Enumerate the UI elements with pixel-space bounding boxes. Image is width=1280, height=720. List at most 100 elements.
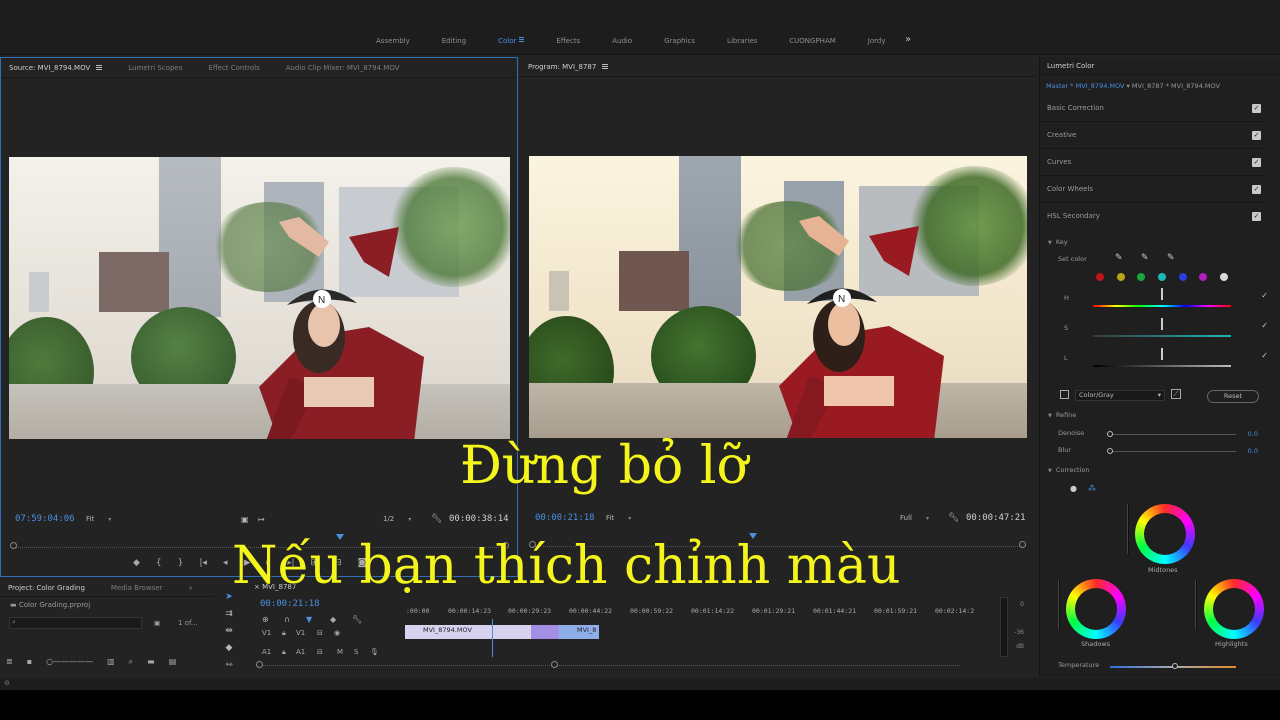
track-select-tool-icon[interactable]: ⇉: [223, 608, 235, 620]
hue-range-slider[interactable]: [1093, 305, 1231, 307]
tab-audio-clip-mixer[interactable]: Audio Clip Mixer: MVI_8794.MOV: [286, 64, 400, 72]
midtones-color-wheel[interactable]: [1135, 504, 1195, 564]
single-wheel-mode-icon[interactable]: ●: [1070, 484, 1077, 493]
workspace-tab-audio[interactable]: Audio: [596, 36, 648, 48]
eyedropper-icon[interactable]: ✎: [1115, 253, 1123, 263]
mark-in-icon[interactable]: {: [156, 558, 162, 570]
workspace-overflow-chevron-icon[interactable]: »: [905, 34, 911, 45]
solo-icon[interactable]: S: [354, 648, 358, 656]
snap-icon[interactable]: ⊕: [262, 615, 269, 624]
timeline-zoom-end[interactable]: [551, 661, 558, 668]
panel-overflow-chevron-icon[interactable]: »: [189, 584, 193, 592]
mute-icon[interactable]: M: [337, 648, 343, 656]
source-scrub-start-handle[interactable]: [10, 542, 17, 549]
luminance-range-slider[interactable]: [1093, 365, 1231, 367]
tab-project[interactable]: Project: Color Grading: [8, 584, 85, 592]
saturation-enable-check[interactable]: ✓: [1261, 321, 1268, 330]
list-view-icon[interactable]: ≣: [6, 657, 13, 667]
denoise-slider-knob[interactable]: [1107, 431, 1113, 437]
ripple-edit-tool-icon[interactable]: ⇹: [223, 625, 235, 637]
track-v1-target[interactable]: V1: [296, 629, 305, 637]
basic-correction-checkbox[interactable]: ✓: [1252, 104, 1261, 113]
reset-button[interactable]: Reset: [1207, 390, 1259, 403]
sync-lock-icon[interactable]: ⊟: [317, 648, 323, 656]
workspace-tab-color[interactable]: Color: [482, 36, 540, 48]
refine-section-toggle[interactable]: ▼ Refine: [1048, 411, 1076, 419]
temperature-slider-knob[interactable]: [1172, 663, 1178, 669]
timeline-zoom-bar[interactable]: [260, 665, 960, 666]
eye-icon[interactable]: ◉: [334, 629, 340, 637]
lock-icon[interactable]: 🔒︎: [282, 648, 286, 657]
creative-checkbox[interactable]: ✓: [1252, 131, 1261, 140]
luminance-enable-check[interactable]: ✓: [1261, 351, 1268, 360]
program-timecode[interactable]: 00:00:21:18: [535, 513, 595, 523]
marker-icon[interactable]: ◆: [133, 558, 140, 570]
microphone-icon[interactable]: 🎙︎: [370, 648, 379, 656]
swatch-red[interactable]: [1096, 273, 1104, 281]
swatch-yellow[interactable]: [1117, 273, 1125, 281]
source-video-frame[interactable]: N: [9, 157, 510, 439]
shadows-color-wheel[interactable]: [1066, 579, 1126, 639]
correction-section-toggle[interactable]: ▼ Correction: [1048, 466, 1090, 474]
invert-mask-icon[interactable]: ⟋: [1171, 389, 1181, 399]
workspace-tab-libraries[interactable]: Libraries: [711, 36, 773, 48]
source-timecode[interactable]: 07:59:04:06: [15, 514, 75, 524]
track-a1-target[interactable]: A1: [296, 648, 305, 656]
new-item-icon[interactable]: ▤: [169, 657, 177, 667]
key-section-toggle[interactable]: ▼ Key: [1048, 238, 1068, 246]
tab-program[interactable]: Program: MVI_8787: [528, 63, 609, 71]
find-icon[interactable]: ⌕: [129, 657, 133, 667]
timeline-clip-mvi-8[interactable]: MVI_8: [559, 625, 599, 639]
sort-icon[interactable]: ▥: [107, 657, 115, 667]
eyedropper-add-icon[interactable]: ✎: [1141, 253, 1149, 263]
section-curves[interactable]: Curves ✓: [1040, 149, 1265, 176]
zoom-slider[interactable]: ○—————: [46, 657, 93, 667]
color-gray-select[interactable]: Color/Gray ▾: [1075, 390, 1165, 401]
track-v1-source[interactable]: V1: [262, 629, 271, 637]
lumetri-sequence-clip[interactable]: MVI_8787 * MVI_8794.MOV: [1132, 82, 1220, 90]
wrench-icon[interactable]: 🔧︎: [431, 514, 442, 524]
section-basic-correction[interactable]: Basic Correction ✓: [1040, 95, 1265, 122]
curves-checkbox[interactable]: ✓: [1252, 158, 1261, 167]
section-color-wheels[interactable]: Color Wheels ✓: [1040, 176, 1265, 203]
workspace-tab-effects[interactable]: Effects: [540, 36, 596, 48]
step-back-icon[interactable]: ◂: [223, 558, 228, 570]
mark-out-icon[interactable]: }: [178, 558, 184, 570]
track-a1-source[interactable]: A1: [262, 648, 271, 656]
three-way-mode-icon[interactable]: ⁂: [1088, 484, 1096, 493]
swatch-green[interactable]: [1137, 273, 1145, 281]
tab-lumetri-color[interactable]: Lumetri Color: [1047, 62, 1094, 70]
source-fit-select[interactable]: Fit ▾: [86, 515, 111, 523]
highlights-color-wheel[interactable]: [1204, 579, 1264, 639]
lock-icon[interactable]: 🔒︎: [282, 629, 286, 638]
denoise-value[interactable]: 0.0: [1248, 430, 1258, 438]
hsl-secondary-checkbox[interactable]: ✓: [1252, 212, 1261, 221]
hue-slider-handle[interactable]: [1161, 288, 1163, 300]
lumetri-master-clip[interactable]: Master * MVI_8794.MOV: [1046, 82, 1124, 90]
workspace-tab-cuongpham[interactable]: CUONGPHAM: [773, 36, 852, 48]
new-bin-icon[interactable]: ▬: [147, 657, 155, 667]
shadows-slider[interactable]: [1058, 580, 1060, 630]
program-fit-select[interactable]: Fit ▾: [606, 514, 631, 522]
timeline-clip-fx[interactable]: [531, 625, 559, 639]
project-search-input[interactable]: ⌕: [9, 617, 142, 629]
timeline-clip-mvi-8794[interactable]: MVI_8794.MOV: [405, 625, 531, 639]
blur-value[interactable]: 0.0: [1248, 447, 1258, 455]
wrench-icon[interactable]: 🔧︎: [948, 513, 959, 523]
tab-lumetri-scopes[interactable]: Lumetri Scopes: [128, 64, 182, 72]
add-marker-icon[interactable]: ▼: [306, 615, 312, 624]
razor-tool-icon[interactable]: ◆: [223, 642, 235, 654]
panel-menu-icon[interactable]: [96, 64, 103, 70]
icon-view-icon[interactable]: ▪: [27, 657, 32, 667]
program-resolution-select[interactable]: Full ▾: [900, 514, 929, 522]
hue-enable-check[interactable]: ✓: [1261, 291, 1268, 300]
wrench-icon[interactable]: 🔧︎: [352, 615, 362, 624]
timeline-timecode[interactable]: 00:00:21:18: [260, 599, 320, 609]
blur-slider-knob[interactable]: [1107, 448, 1113, 454]
swatch-blue[interactable]: [1179, 273, 1187, 281]
swatch-magenta[interactable]: [1199, 273, 1207, 281]
color-wheels-checkbox[interactable]: ✓: [1252, 185, 1261, 194]
saturation-range-slider[interactable]: [1093, 335, 1231, 337]
workspace-tab-jordy[interactable]: Jordy: [852, 36, 902, 48]
saturation-slider-handle[interactable]: [1161, 318, 1163, 330]
